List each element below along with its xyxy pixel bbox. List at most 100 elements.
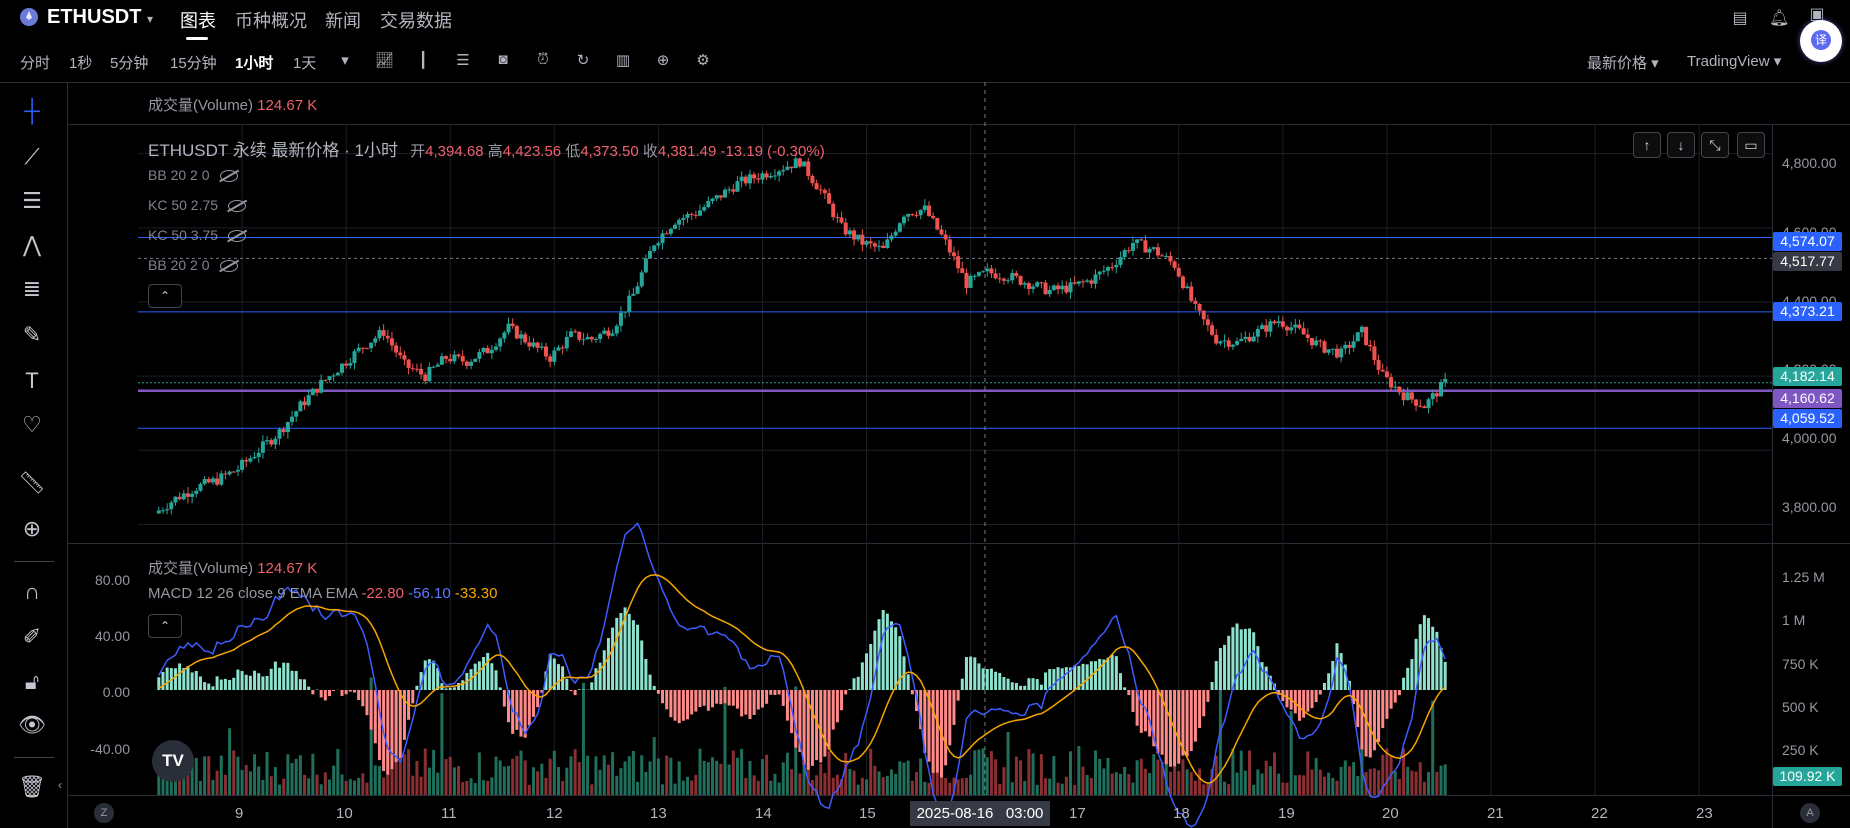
move-down-button[interactable]: ↓ [1667,132,1695,158]
volume-bar [507,765,511,795]
volume-bar [619,768,623,795]
macd-hist-bar [223,678,227,690]
candle-body [215,478,220,485]
volume-bar [1214,755,1218,795]
candle-body [1001,278,1006,281]
volume-bar [569,756,573,795]
volume-bar [1010,782,1014,795]
candle-body [1101,270,1106,272]
candle-body [190,493,195,497]
macd-hist-bar [602,650,606,690]
macd-hist-bar [1073,665,1077,690]
macd-hist-bar [735,690,739,709]
volume-bar [1073,784,1077,795]
candle-body [1218,341,1223,344]
candle-body [968,275,973,288]
collapse-lower-legend-button[interactable]: ⌃ [148,614,182,638]
candle-body [1322,341,1327,353]
volume-bar [207,756,211,795]
macd-hist-bar [802,690,806,765]
volume-bar [465,780,469,795]
volume-bar [565,767,569,795]
candle-body [344,363,349,366]
hidden-eye-icon[interactable] [219,260,238,273]
volume-bar [452,767,456,795]
candle-body [689,214,694,216]
macd-hist-bar [740,690,744,717]
volume-bar [719,763,723,795]
volume-bar [1372,768,1376,795]
candle-body [1189,286,1194,301]
volume-bar [448,756,452,795]
maximize-pane-button[interactable]: ▭ [1737,132,1765,158]
move-up-button[interactable]: ↑ [1633,132,1661,158]
volume-bar [286,754,290,795]
tradingview-logo[interactable]: TV [152,740,194,782]
volume-bar [1368,768,1372,795]
volume-bar [540,763,544,795]
volume-bar [1135,760,1139,795]
macd-hist-bar [715,690,719,704]
macd-hist-bar [515,690,519,730]
volume-bar [215,770,219,795]
collapse-pane-button[interactable]: ⤡ [1701,132,1729,158]
candle-body [244,460,249,462]
time-tick: 10 [336,805,353,822]
candle-body [315,388,320,393]
candle-body [1064,285,1069,293]
candle-body [510,323,515,326]
candle-body [543,346,548,357]
hidden-eye-icon[interactable] [228,200,247,213]
macd-hist-bar [1227,635,1231,690]
hidden-eye-icon[interactable] [219,170,238,183]
macd-hist-bar [964,657,968,690]
volume-bar [677,761,681,795]
candle-body [1243,336,1248,339]
macd-hist-bar [186,666,190,690]
auto-scale-z-button[interactable]: Z [94,803,114,823]
candle-body [1143,240,1148,253]
candle-body [893,231,898,236]
candle-body [731,189,736,192]
macd-hist-bar [690,690,694,715]
macd-hist-bar [611,627,615,690]
macd-hist-bar [1318,690,1322,695]
macd-hist-bar [636,624,640,690]
macd-hist-bar [452,687,456,690]
macd-hist-bar [1035,679,1039,690]
candle-body [294,411,299,417]
volume-bar [515,755,519,795]
candle-body [1014,273,1019,277]
candle-body [240,460,245,470]
macd-hist-bar [752,690,756,715]
volume-bar [273,767,277,795]
candle-body [1060,285,1065,290]
macd-hist-bar [944,690,948,766]
candle-body [722,189,727,198]
volume-bar [1098,758,1102,795]
hidden-eye-icon[interactable] [228,230,247,243]
candle-body [1351,341,1356,348]
volume-bar [298,755,302,795]
volume-bar [1006,731,1010,795]
candle-body [444,356,449,359]
macd-hist-bar [760,690,764,708]
volume-bar [348,779,352,795]
volume-bar [1322,776,1326,795]
candle-body [556,347,561,351]
macd-hist-bar [1427,618,1431,690]
candle-body [648,251,653,259]
candle-body [560,347,565,349]
auto-scale-a-button[interactable]: A [1800,803,1820,823]
main-legend: ETHUSDT 永续 最新价格 · 1小时 开4,394.68 高4,423.5… [148,141,825,160]
macd-hist-bar [198,676,202,690]
macd-hist-bar [261,676,265,690]
macd-hist-bar [253,670,257,690]
macd-hist-bar [1443,661,1447,690]
macd-hist-bar [1306,690,1310,712]
macd-hist-bar [519,690,523,737]
macd-hist-bar [881,610,885,690]
candle-body [818,189,823,191]
collapse-legend-button[interactable]: ⌃ [148,284,182,308]
chart-canvas[interactable] [0,0,1850,828]
